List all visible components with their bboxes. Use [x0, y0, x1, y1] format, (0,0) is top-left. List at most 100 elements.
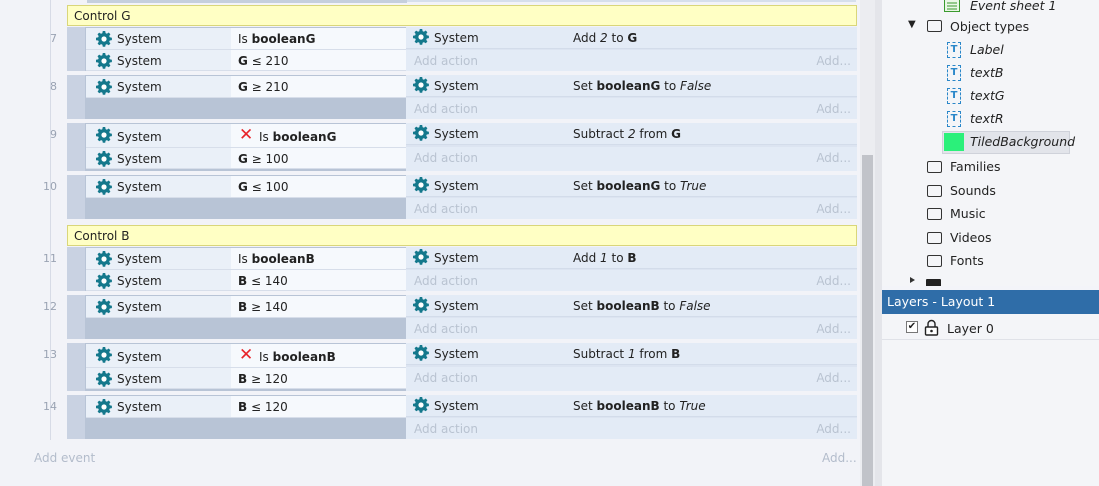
condition-text[interactable]: Is booleanG	[231, 28, 406, 50]
event-block[interactable]: 7 System Is booleanG System G ≤ 210 System…	[50, 27, 857, 71]
tree-item-music[interactable]: Music	[927, 203, 1087, 225]
add-action-row[interactable]: Add action Add...	[406, 198, 857, 219]
lock-icon[interactable]	[924, 319, 939, 336]
event-block[interactable]: 14 System B ≤ 120 System Set booleanB to …	[43, 395, 857, 439]
condition-object[interactable]: System	[86, 296, 231, 318]
action-object[interactable]: System	[406, 75, 566, 97]
condition-object[interactable]: System	[86, 148, 231, 169]
event-block[interactable]: 9 System ✕ Is booleanG System G ≥ 100 Syste…	[50, 123, 857, 171]
action-object[interactable]: System	[406, 395, 566, 417]
add-action-more[interactable]: Add...	[816, 54, 851, 68]
condition-text[interactable]: Is booleanB	[231, 248, 406, 270]
tree-item-sounds[interactable]: Sounds	[927, 180, 1087, 202]
action-object[interactable]: System	[406, 295, 566, 317]
action-text[interactable]: Add 2 to G	[566, 27, 857, 49]
tree-item-object-types[interactable]: ▼ Object types	[908, 16, 1093, 38]
add-action-more[interactable]: Add...	[816, 322, 851, 336]
tree-item-object-textb[interactable]: T textB	[944, 62, 1094, 84]
tree-item-fonts[interactable]: Fonts	[927, 250, 1087, 272]
condition-text[interactable]: G ≥ 100	[231, 148, 406, 169]
tree-item-label: Event sheet 1	[970, 0, 1057, 13]
condition-object[interactable]: System	[86, 344, 231, 368]
action-text[interactable]: Set booleanB to False	[566, 295, 857, 317]
collapsed-arrow-icon[interactable]	[910, 277, 918, 283]
add-action-link[interactable]: Add action	[414, 371, 478, 385]
tree-item-object-textg[interactable]: T textG	[944, 85, 1094, 107]
action-object[interactable]: System	[406, 175, 566, 197]
condition-object[interactable]: System	[86, 248, 231, 270]
event-number: 10	[43, 180, 57, 193]
tree-item-event-sheet[interactable]: Event sheet 1	[944, 0, 1094, 17]
add-action-row[interactable]: Add action Add...	[406, 147, 857, 171]
tree-item-families[interactable]: Families	[927, 156, 1087, 178]
condition-text[interactable]: B ≥ 120	[231, 368, 406, 389]
add-action-row[interactable]: Add action Add...	[406, 98, 857, 119]
add-action-more[interactable]: Add...	[816, 371, 851, 385]
action-text[interactable]: Add 1 to B	[566, 247, 857, 269]
layers-panel-title: Layers - Layout 1	[887, 294, 996, 309]
tree-item-object-label[interactable]: T Label	[944, 39, 1094, 61]
event-block[interactable]: 13 System ✕ Is booleanB System B ≥ 120 Syst…	[43, 343, 857, 391]
condition-text[interactable]: G ≤ 100	[231, 176, 406, 198]
text-object-icon: T	[947, 88, 961, 104]
system-gear-icon	[96, 79, 112, 95]
condition-text[interactable]: ✕ Is booleanB	[231, 344, 406, 368]
event-block[interactable]: 12 System B ≥ 140 System Set booleanB to …	[43, 295, 857, 339]
action-text[interactable]: Subtract 2 from G	[566, 123, 857, 145]
add-action-row[interactable]: Add action Add...	[406, 50, 857, 71]
action-text[interactable]: Set booleanG to False	[566, 75, 857, 97]
layer-row[interactable]: ✔ Layer 0	[882, 317, 1099, 340]
scrollbar-thumb[interactable]	[862, 155, 873, 486]
condition-object[interactable]: System	[86, 396, 231, 418]
condition-object[interactable]: System	[86, 270, 231, 291]
add-action-link[interactable]: Add action	[414, 102, 478, 116]
action-object[interactable]: System	[406, 247, 566, 269]
add-action-more[interactable]: Add...	[816, 102, 851, 116]
add-action-link[interactable]: Add action	[414, 274, 478, 288]
condition-text[interactable]: G ≥ 210	[231, 76, 406, 98]
add-action-link[interactable]: Add action	[414, 202, 478, 216]
tree-item-videos[interactable]: Videos	[927, 227, 1087, 249]
action-object[interactable]: System	[406, 123, 566, 145]
condition-object[interactable]: System	[86, 124, 231, 148]
condition-object[interactable]: System	[86, 368, 231, 389]
event-block[interactable]: 10 System G ≤ 100 System Set booleanG to …	[43, 175, 857, 219]
condition-object[interactable]: System	[86, 50, 231, 71]
panel-splitter[interactable]	[875, 0, 882, 486]
layer-visible-checkbox[interactable]: ✔	[906, 321, 918, 333]
action-text[interactable]: Subtract 1 from B	[566, 343, 857, 365]
action-object[interactable]: System	[406, 27, 566, 49]
condition-object[interactable]: System	[86, 28, 231, 50]
condition-text[interactable]: B ≤ 120	[231, 396, 406, 418]
add-action-link[interactable]: Add action	[414, 151, 478, 165]
event-block[interactable]: 11 System Is booleanB System B ≤ 140 Syste…	[43, 247, 857, 291]
add-action-link[interactable]: Add action	[414, 422, 478, 436]
add-action-more[interactable]: Add...	[816, 274, 851, 288]
add-event-more-link[interactable]: Add...	[822, 451, 857, 465]
add-action-link[interactable]: Add action	[414, 54, 478, 68]
add-action-row[interactable]: Add action Add...	[406, 418, 857, 439]
add-action-more[interactable]: Add...	[816, 202, 851, 216]
add-action-more[interactable]: Add...	[816, 422, 851, 436]
group-header-control-b[interactable]: Control B	[67, 225, 857, 246]
action-text[interactable]: Set booleanG to True	[566, 175, 857, 197]
add-action-row[interactable]: Add action Add...	[406, 318, 857, 339]
condition-object[interactable]: System	[86, 176, 231, 198]
condition-text[interactable]: ✕ Is booleanG	[231, 124, 406, 148]
condition-text[interactable]: B ≥ 140	[231, 296, 406, 318]
tree-item-object-tiledbackground[interactable]: TiledBackground	[942, 131, 1094, 154]
condition-object[interactable]: System	[86, 76, 231, 98]
expand-arrow-icon[interactable]: ▼	[908, 19, 916, 30]
add-action-row[interactable]: Add action Add...	[406, 270, 857, 291]
action-object[interactable]: System	[406, 343, 566, 365]
add-event-link[interactable]: Add event	[34, 451, 95, 465]
add-action-more[interactable]: Add...	[816, 151, 851, 165]
add-action-link[interactable]: Add action	[414, 322, 478, 336]
condition-text[interactable]: G ≤ 210	[231, 50, 406, 71]
condition-text[interactable]: B ≤ 140	[231, 270, 406, 291]
group-header-control-g[interactable]: Control G	[67, 5, 857, 26]
tree-item-object-textr[interactable]: T textR	[944, 108, 1094, 130]
action-text[interactable]: Set booleanB to True	[566, 395, 857, 417]
add-action-row[interactable]: Add action Add...	[406, 367, 857, 391]
event-block[interactable]: 8 System G ≥ 210 System Set booleanG to F…	[50, 75, 857, 119]
